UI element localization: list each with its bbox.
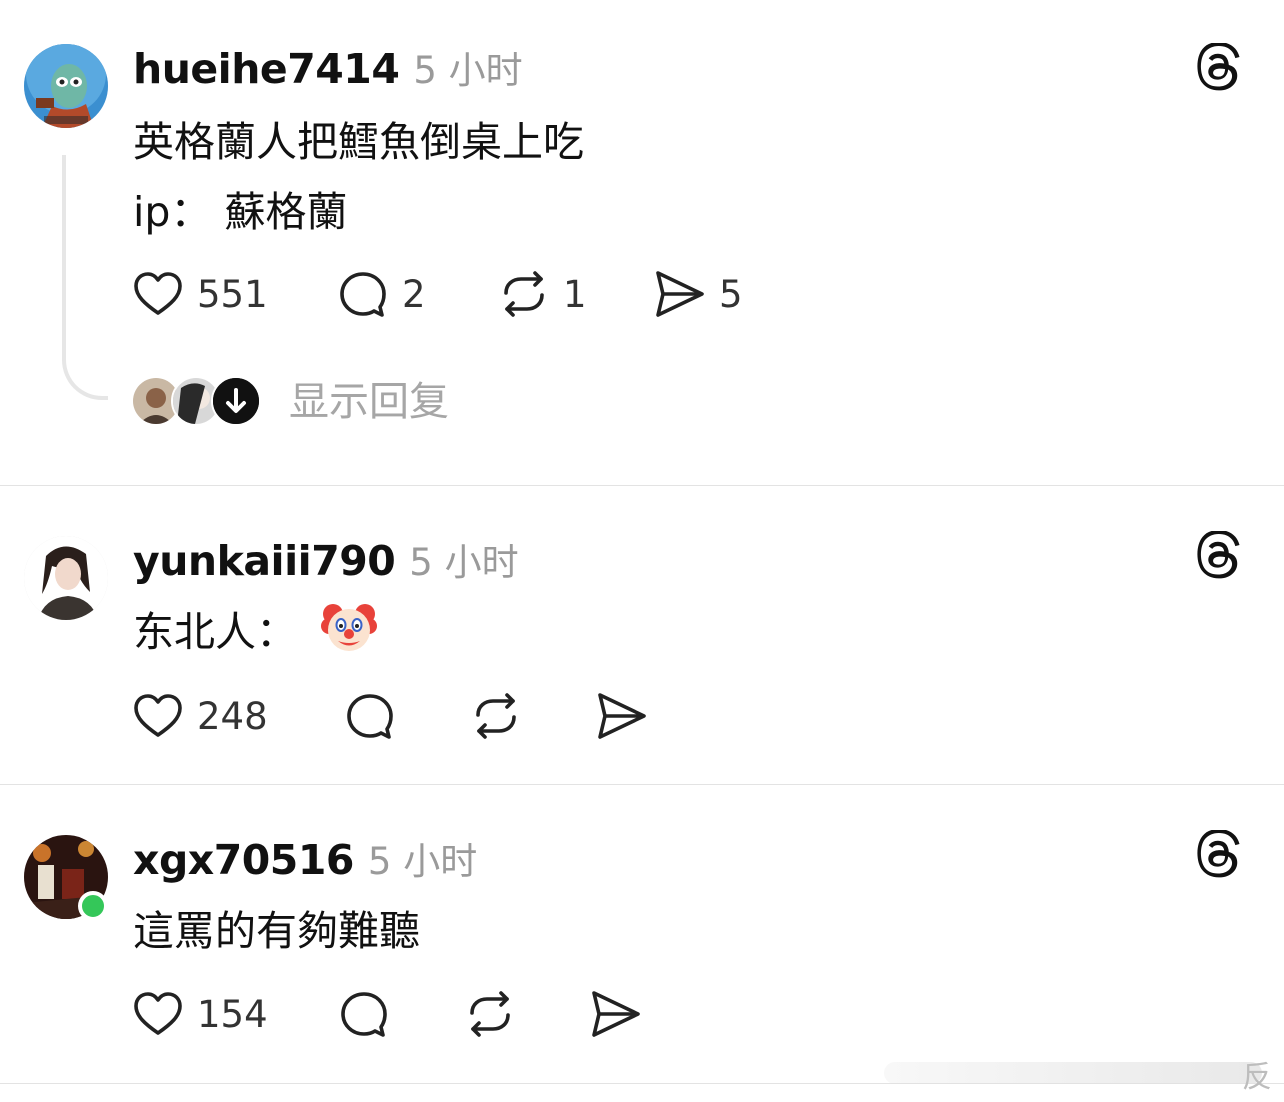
comment-button[interactable]: 2 — [336, 267, 426, 321]
post-text-line: 英格蘭人把鱈魚倒桌上吃 — [133, 118, 584, 166]
repost-button[interactable]: 1 — [497, 267, 587, 321]
post-time: 5 小时 — [409, 541, 519, 584]
share-button[interactable] — [589, 987, 643, 1041]
repost-button[interactable] — [463, 987, 517, 1041]
repost-count: 1 — [563, 272, 587, 316]
threads-logo-icon[interactable] — [1196, 43, 1244, 91]
send-icon — [656, 271, 704, 317]
post-text-line: 這罵的有夠難聽 — [133, 907, 420, 955]
username[interactable]: xgx70516 — [133, 836, 354, 884]
repost-icon — [476, 693, 516, 739]
share-button[interactable] — [595, 689, 649, 743]
avatar[interactable] — [24, 44, 108, 128]
comment-count: 2 — [402, 272, 426, 316]
reply-avatar — [211, 376, 261, 426]
avatar-image — [24, 44, 108, 128]
thread-connector-line — [62, 155, 108, 400]
send-icon — [598, 693, 646, 739]
share-button[interactable]: 5 — [653, 267, 743, 321]
repost-icon — [504, 271, 544, 317]
threads-logo-icon[interactable] — [1196, 830, 1244, 878]
send-icon — [592, 991, 640, 1037]
online-status-indicator — [78, 891, 108, 921]
threads-logo-icon[interactable] — [1196, 531, 1244, 579]
clown-emoji-icon — [321, 604, 377, 651]
heart-icon — [134, 272, 182, 315]
watermark: 反 — [872, 1050, 1272, 1095]
username[interactable]: hueihe7414 — [133, 45, 400, 93]
like-button[interactable]: 154 — [131, 987, 268, 1041]
share-count: 5 — [719, 272, 743, 316]
like-count: 154 — [197, 992, 268, 1036]
post-3: xgx70516 5 小时 這罵的有夠難聽 154 — [0, 785, 1284, 1083]
like-count: 551 — [197, 272, 268, 316]
show-replies-label[interactable]: 显示回复 — [289, 376, 449, 428]
post-header: yunkaiii790 5 小时 — [133, 532, 519, 586]
post-header: hueihe7414 5 小时 — [133, 40, 523, 94]
repost-icon — [470, 991, 510, 1037]
username[interactable]: yunkaiii790 — [133, 537, 396, 585]
post-text: 东北人： — [133, 608, 297, 656]
post-time: 5 小时 — [367, 840, 478, 883]
comment-icon — [340, 272, 386, 317]
post-1: hueihe7414 5 小时 英格蘭人把鱈魚倒桌上吃 ip： 蘇格蘭 551 … — [0, 0, 1284, 486]
arrow-down-icon — [213, 378, 259, 424]
like-count: 248 — [197, 694, 268, 738]
post-text-line: 东北人： — [133, 598, 377, 658]
comment-button[interactable] — [343, 689, 397, 743]
avatar-image — [24, 536, 108, 620]
avatar[interactable] — [24, 536, 108, 620]
like-button[interactable]: 248 — [131, 689, 268, 743]
comment-icon — [341, 992, 387, 1037]
repost-button[interactable] — [469, 689, 523, 743]
comment-button[interactable] — [337, 987, 391, 1041]
post-text-line: ip： 蘇格蘭 — [133, 188, 348, 236]
like-button[interactable]: 551 — [131, 267, 268, 321]
comment-icon — [347, 694, 393, 739]
watermark-text: 反 — [1242, 1060, 1272, 1095]
watermark-bar — [884, 1062, 1262, 1084]
heart-icon — [134, 992, 182, 1035]
post-header: xgx70516 5 小时 — [133, 831, 477, 885]
post-time: 5 小时 — [413, 49, 523, 92]
heart-icon — [134, 694, 182, 737]
post-2: yunkaiii790 5 小时 东北人： 248 — [0, 486, 1284, 784]
